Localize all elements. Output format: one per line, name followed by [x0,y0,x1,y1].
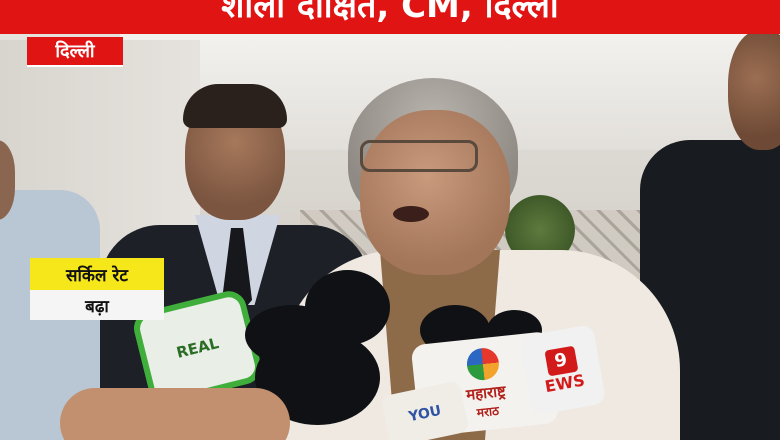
headline-banner: शीला दीक्षित, CM, दिल्ली [0,0,780,34]
reporter-hand [60,388,290,440]
caption-line-2: बढ़ा [30,290,164,320]
caption-line-1: सर्किल रेट [30,258,164,290]
location-tag: दिल्ली [27,37,123,67]
mic-label-center: महाराष्ट्र [465,381,507,404]
glasses-icon [360,140,478,172]
lower-third-caption: सर्किल रेट बढ़ा [30,258,164,320]
mic-label-center-2: मराठ [476,403,500,420]
headline-text: शीला दीक्षित, CM, दिल्ली [221,0,559,26]
mic-logo-icon [465,346,501,382]
